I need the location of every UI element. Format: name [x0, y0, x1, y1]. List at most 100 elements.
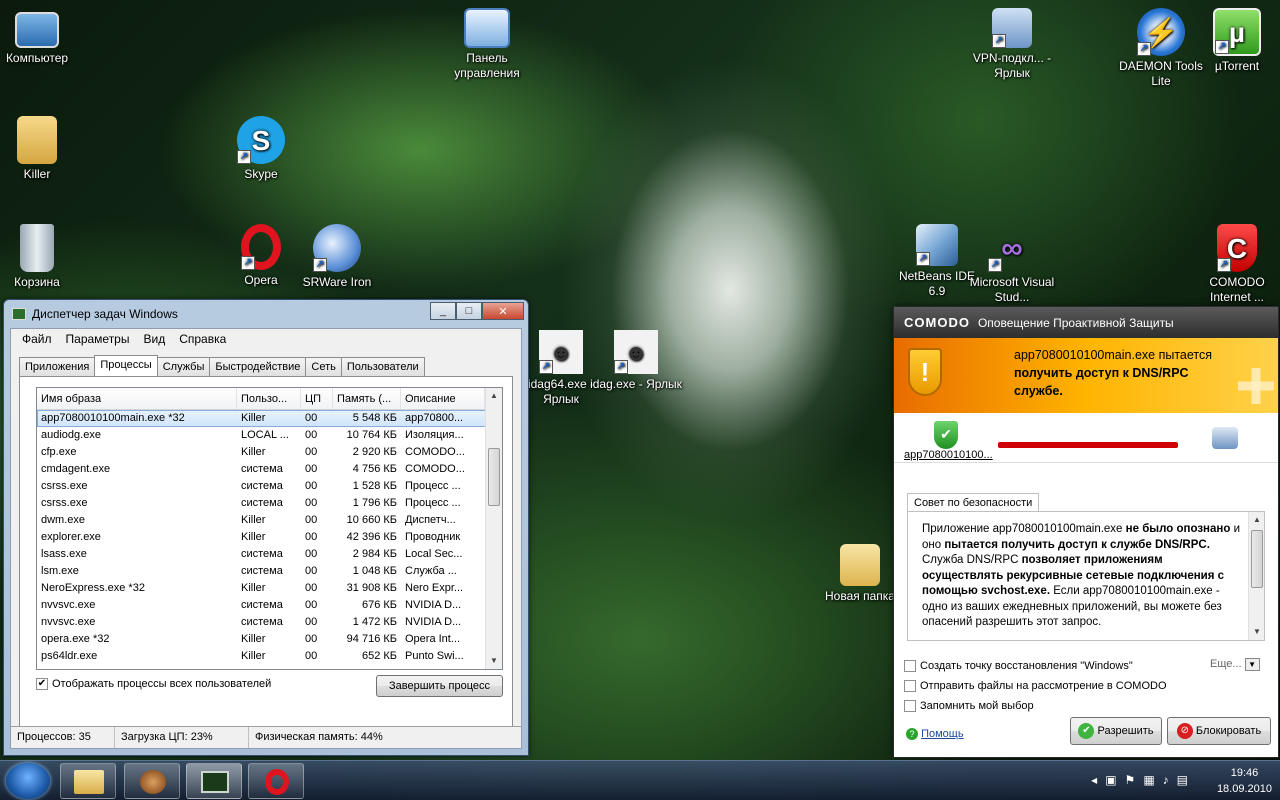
- desktop-icon-idag[interactable]: ☻ ↗ idag.exe - Ярлык: [590, 330, 682, 392]
- desktop-icon-control-panel[interactable]: Панель управления: [441, 8, 533, 81]
- cell-memory: 1 048 КБ: [352, 565, 397, 577]
- menu-file[interactable]: Файл: [15, 332, 59, 346]
- tab-applications[interactable]: Приложения: [19, 357, 96, 376]
- send-files-checkbox[interactable]: [904, 680, 916, 693]
- taskbar-explorer[interactable]: [60, 763, 116, 799]
- process-list[interactable]: Имя образа Пользо... ЦП Память (... Опис…: [36, 387, 503, 670]
- volume-icon[interactable]: ♪: [1163, 773, 1169, 787]
- scroll-down-icon[interactable]: ▼: [486, 653, 502, 669]
- taskbar-app-beetle[interactable]: [124, 763, 180, 799]
- usb-icon[interactable]: ▣: [1105, 773, 1116, 787]
- shortcut-arrow-icon: ↗: [916, 252, 930, 266]
- desktop-icon-computer[interactable]: Компьютер: [0, 8, 83, 66]
- tab-users[interactable]: Пользователи: [340, 357, 425, 376]
- desktop-icon-vpn[interactable]: ↗ VPN-подкл... - Ярлык: [966, 8, 1058, 81]
- minimize-button[interactable]: _: [430, 302, 456, 320]
- table-row[interactable]: csrss.exe система 00 1 528 КБ Процесс ...: [37, 478, 502, 495]
- warning-shield-icon: !: [908, 348, 942, 396]
- tab-processes[interactable]: Процессы: [94, 355, 158, 376]
- more-options[interactable]: Еще... ▼: [1210, 658, 1260, 671]
- option-remember-choice[interactable]: Запомнить мой выбор: [904, 700, 1034, 713]
- table-row[interactable]: nvvsvc.exe система 00 1 472 КБ NVIDIA D...: [37, 614, 502, 631]
- language-icon[interactable]: ▤: [1177, 773, 1188, 787]
- show-hidden-icons[interactable]: ◂: [1091, 773, 1097, 787]
- desktop-icon-comodo[interactable]: C ↗ COMODO Internet ...: [1191, 224, 1280, 305]
- allow-button[interactable]: ✔ Разрешить: [1070, 717, 1162, 745]
- column-user[interactable]: Пользо...: [237, 388, 301, 409]
- remember-choice-checkbox[interactable]: [904, 700, 916, 713]
- desktop-icon-killer[interactable]: Killer: [0, 116, 83, 182]
- help-link[interactable]: ? Помощь: [906, 728, 964, 741]
- advice-scrollbar[interactable]: ▲ ▼: [1248, 512, 1264, 640]
- cell-cpu: 00: [305, 497, 318, 509]
- maximize-button[interactable]: □: [456, 302, 482, 320]
- network-icon[interactable]: ▦: [1143, 773, 1154, 787]
- table-row[interactable]: ps64ldr.exe Killer 00 652 КБ Punto Swi...: [37, 648, 502, 665]
- processes-panel: Имя образа Пользо... ЦП Память (... Опис…: [19, 376, 513, 736]
- tab-network[interactable]: Сеть: [305, 357, 342, 376]
- block-button[interactable]: ⊘ Блокировать: [1167, 717, 1271, 745]
- show-all-users-option[interactable]: ✔ Отображать процессы всех пользователей: [36, 678, 272, 691]
- clock[interactable]: 19:46 18.09.2010: [1217, 765, 1272, 797]
- show-all-users-checkbox[interactable]: ✔: [36, 678, 48, 691]
- column-memory[interactable]: Память (...: [333, 388, 401, 409]
- close-button[interactable]: ✕: [482, 302, 524, 320]
- table-row[interactable]: app7080010100main.exe *32 Killer 00 5 548 К…: [37, 410, 502, 427]
- action-center-icon[interactable]: ⚑: [1125, 773, 1136, 787]
- table-row[interactable]: dwm.exe Killer 00 10 660 КБ Диспетч...: [37, 512, 502, 529]
- comodo-alert-window[interactable]: COMODO Оповещение Проактивной Защиты ! a…: [893, 306, 1279, 758]
- taskbar-opera[interactable]: [248, 763, 304, 799]
- tab-security-advice[interactable]: Совет по безопасности: [907, 493, 1040, 512]
- scroll-down-icon[interactable]: ▼: [1249, 624, 1264, 640]
- table-row[interactable]: cmdagent.exe система 00 4 756 КБ COMODO...: [37, 461, 502, 478]
- comodo-titlebar[interactable]: COMODO Оповещение Проактивной Защиты: [894, 307, 1278, 338]
- table-row[interactable]: cfp.exe Killer 00 2 920 КБ COMODO...: [37, 444, 502, 461]
- tab-services[interactable]: Службы: [156, 357, 211, 376]
- advice-text-bold: пытается получить доступ к службе DNS/RP…: [944, 538, 1210, 551]
- table-row[interactable]: lsm.exe система 00 1 048 КБ Служба ...: [37, 563, 502, 580]
- show-all-users-label: Отображать процессы всех пользователей: [52, 678, 272, 690]
- desktop-icon-recycle-bin[interactable]: Корзина: [0, 224, 83, 290]
- task-manager-app-icon: [12, 308, 26, 320]
- desktop-icon-label: Killer: [23, 167, 51, 181]
- table-row[interactable]: NeroExpress.exe *32 Killer 00 31 908 КБ Nero…: [37, 580, 502, 597]
- table-row[interactable]: audiodg.exe LOCAL ... 00 10 764 КБ Изоляция.…: [37, 427, 502, 444]
- table-row[interactable]: csrss.exe система 00 1 796 КБ Процесс ...: [37, 495, 502, 512]
- table-row[interactable]: lsass.exe система 00 2 984 КБ Local Sec...: [37, 546, 502, 563]
- restore-point-checkbox[interactable]: [904, 660, 916, 673]
- table-row[interactable]: explorer.exe Killer 00 42 396 КБ Проводник: [37, 529, 502, 546]
- menu-view[interactable]: Вид: [136, 332, 172, 346]
- column-image-name[interactable]: Имя образа: [37, 388, 237, 409]
- app-name-link[interactable]: app7080010100...: [904, 449, 993, 461]
- taskbar-task-manager[interactable]: [186, 763, 242, 799]
- process-list-scrollbar[interactable]: ▲ ▼: [485, 388, 502, 669]
- scroll-thumb[interactable]: [488, 448, 500, 506]
- table-row[interactable]: nvvsvc.exe система 00 676 КБ NVIDIA D...: [37, 597, 502, 614]
- menu-options[interactable]: Параметры: [59, 332, 137, 346]
- skype-icon: S ↗: [237, 116, 285, 164]
- allow-check-icon: ✔: [1078, 723, 1095, 740]
- desktop-icon-skype[interactable]: S ↗ Skype: [215, 116, 307, 182]
- cell-memory: 1 796 КБ: [352, 497, 397, 509]
- scroll-up-icon[interactable]: ▲: [486, 388, 502, 404]
- table-row[interactable]: opera.exe *32 Killer 00 94 716 КБ Opera Int.…: [37, 631, 502, 648]
- desktop-icon-utorrent[interactable]: µ ↗ µTorrent: [1191, 8, 1280, 74]
- desktop-icon-srware-iron[interactable]: ↗ SRWare Iron: [291, 224, 383, 290]
- option-restore-point[interactable]: Создать точку восстановления "Windows": [904, 660, 1133, 673]
- scroll-up-icon[interactable]: ▲: [1249, 512, 1264, 528]
- menu-help[interactable]: Справка: [172, 332, 233, 346]
- advice-text-bold: не было опознано: [1125, 523, 1231, 535]
- task-manager-titlebar[interactable]: Диспетчер задач Windows _ □ ✕: [4, 300, 528, 328]
- desktop-icon-visual-studio[interactable]: ∞ ↗ Microsoft Visual Stud...: [966, 224, 1058, 305]
- task-manager-window[interactable]: Диспетчер задач Windows _ □ ✕ Файл Парам…: [3, 299, 529, 756]
- security-advice: Совет по безопасности Приложение app7080…: [907, 492, 1265, 642]
- start-button[interactable]: [6, 763, 50, 799]
- scroll-thumb[interactable]: [1251, 530, 1263, 588]
- end-process-button[interactable]: Завершить процесс: [376, 675, 503, 697]
- chevron-down-icon[interactable]: ▼: [1244, 658, 1260, 671]
- column-description[interactable]: Описание: [401, 388, 485, 409]
- tab-performance[interactable]: Быстродействие: [209, 357, 307, 376]
- option-send-files[interactable]: Отправить файлы на рассмотрение в COMODO: [904, 680, 1167, 693]
- column-cpu[interactable]: ЦП: [301, 388, 333, 409]
- cell-description: Opera Int...: [405, 633, 461, 645]
